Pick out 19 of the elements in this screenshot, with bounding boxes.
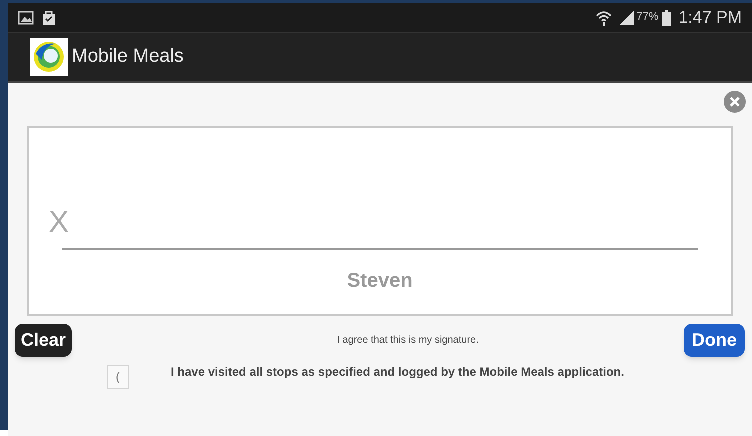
signal-icon (620, 10, 634, 24)
app-title: Mobile Meals (72, 44, 184, 69)
done-button[interactable]: Done (684, 324, 745, 357)
app-logo-icon (30, 38, 68, 76)
battery-percent: 77% (636, 10, 659, 26)
button-glyph: ( (116, 369, 120, 386)
confirmation-text: I have visited all stops as specified and logged by the Mobile Meals application. (171, 364, 624, 381)
signer-name: Steven (347, 269, 413, 294)
close-icon (730, 97, 740, 107)
agreement-text: I agree that this is my signature. (337, 334, 479, 348)
clear-button[interactable]: Clear (15, 324, 72, 357)
image-icon (18, 10, 34, 24)
bag-check-icon (42, 10, 56, 26)
wifi-icon (596, 10, 612, 26)
signature-x-mark: X (49, 206, 70, 240)
battery-icon (662, 10, 671, 26)
small-glyph-button[interactable]: ( (107, 365, 129, 389)
close-button[interactable] (724, 91, 746, 113)
clock-time: 1:47 PM (678, 6, 742, 29)
